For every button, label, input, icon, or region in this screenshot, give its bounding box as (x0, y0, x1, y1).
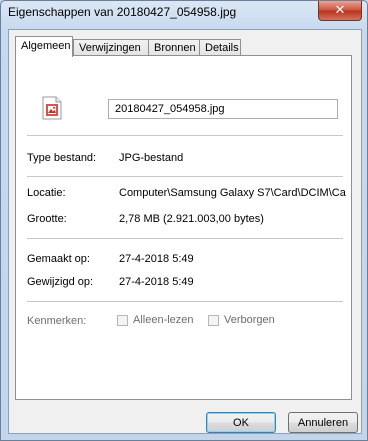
properties-dialog: Eigenschappen van 20180427_054958.jpg ✕ … (0, 0, 368, 441)
divider (27, 238, 343, 239)
checkbox-box[interactable] (117, 314, 128, 326)
tab-verwijzingen[interactable]: Verwijzingen (73, 39, 149, 56)
type-value: JPG-bestand (119, 152, 184, 164)
modified-value: 27-4-2018 5:49 (119, 276, 194, 288)
hidden-label: Verborgen (224, 314, 275, 326)
divider (27, 135, 343, 136)
size-value: 2,78 MB (2.921.003,00 bytes) (119, 213, 264, 225)
divider (27, 301, 343, 302)
divider (27, 176, 343, 177)
general-tab-panel: Type bestand: JPG-bestand Locatie: Compu… (15, 55, 352, 400)
cancel-button[interactable]: Annuleren (288, 412, 358, 433)
tab-algemeen[interactable]: Algemeen (15, 36, 73, 57)
close-icon: ✕ (334, 3, 346, 18)
tab-details[interactable]: Details (199, 39, 241, 56)
ok-button[interactable]: OK (206, 412, 276, 433)
attributes-label: Kenmerken: (27, 315, 87, 327)
created-value: 27-4-2018 5:49 (119, 253, 194, 265)
jpg-file-icon (42, 96, 62, 120)
close-button[interactable]: ✕ (318, 1, 362, 21)
filename-field[interactable] (108, 99, 338, 119)
title-bar[interactable]: Eigenschappen van 20180427_054958.jpg ✕ (1, 1, 367, 29)
tab-bronnen[interactable]: Bronnen (148, 39, 200, 56)
modified-label: Gewijzigd op: (27, 276, 94, 288)
size-label: Grootte: (27, 213, 67, 225)
hidden-checkbox[interactable]: Verborgen (208, 314, 275, 326)
dialog-client-area: Algemeen Verwijzingen Bronnen Details Ty… (8, 29, 362, 434)
checkbox-box[interactable] (208, 314, 219, 326)
location-value[interactable]: Computer\Samsung Galaxy S7\Card\DCIM\Cam… (119, 187, 346, 199)
created-label: Gemaakt op: (27, 253, 90, 265)
readonly-label: Alleen-lezen (133, 314, 194, 326)
type-label: Type bestand: (27, 152, 97, 164)
location-label: Locatie: (27, 187, 66, 199)
window-title: Eigenschappen van 20180427_054958.jpg (8, 5, 237, 19)
readonly-checkbox[interactable]: Alleen-lezen (117, 314, 194, 326)
